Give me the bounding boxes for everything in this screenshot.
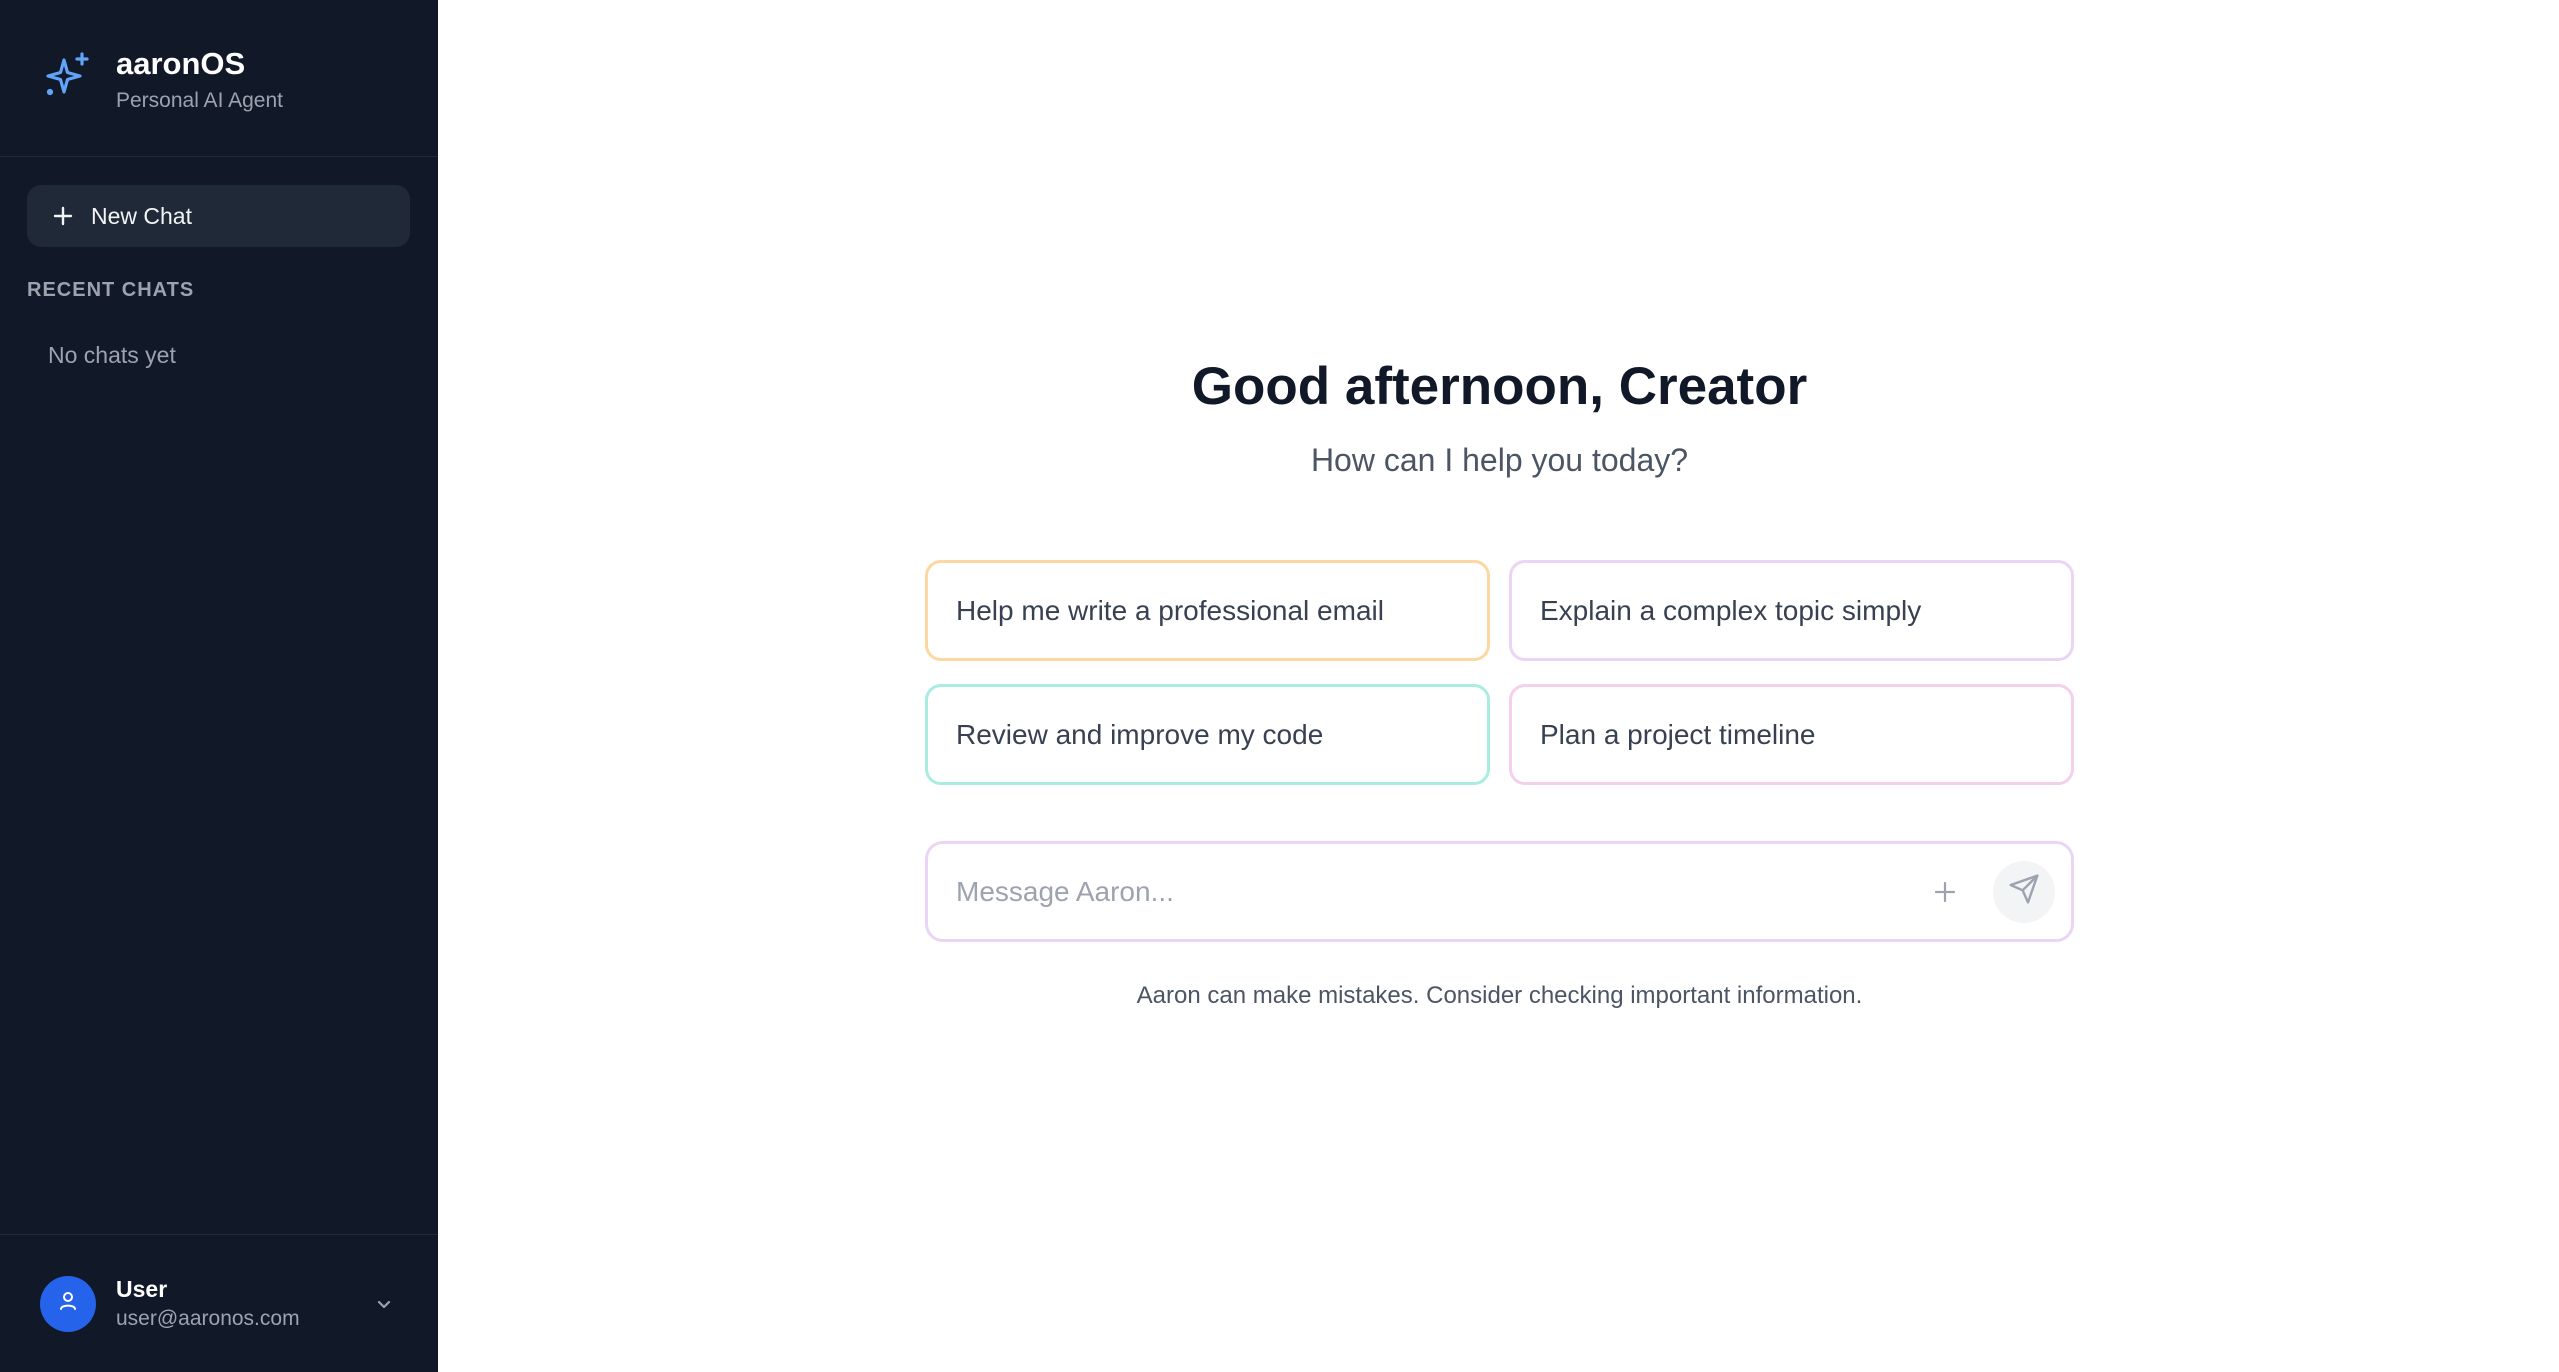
user-icon bbox=[56, 1289, 80, 1318]
suggestion-card[interactable]: Explain a complex topic simply bbox=[1509, 560, 2074, 661]
app-window: aaronOS Personal AI Agent New Chat RECEN… bbox=[0, 0, 2559, 1372]
suggestion-grid: Help me write a professional email Expla… bbox=[925, 560, 2074, 785]
add-attachment-button[interactable] bbox=[1921, 868, 1969, 916]
brand-subtitle: Personal AI Agent bbox=[116, 89, 283, 112]
disclaimer-text: Aaron can make mistakes. Consider checki… bbox=[1136, 982, 1863, 1009]
greeting-subtitle: How can I help you today? bbox=[1310, 442, 1689, 478]
send-icon bbox=[2008, 873, 2040, 910]
user-menu[interactable]: User user@aaronos.com bbox=[0, 1234, 438, 1372]
brand-header: aaronOS Personal AI Agent bbox=[0, 0, 438, 157]
send-button[interactable] bbox=[1993, 860, 2055, 923]
suggestion-card[interactable]: Help me write a professional email bbox=[925, 560, 1490, 661]
brand-name: aaronOS bbox=[116, 46, 246, 81]
suggestion-card[interactable]: Review and improve my code bbox=[925, 684, 1490, 785]
user-info: User user@aaronos.com bbox=[116, 1274, 372, 1334]
sparkle-icon bbox=[40, 48, 96, 104]
welcome-panel: Good afternoon, Creator How can I help y… bbox=[925, 350, 2074, 1010]
user-email: user@aaronos.com bbox=[116, 1306, 300, 1330]
message-input[interactable] bbox=[956, 875, 1921, 908]
new-chat-button[interactable]: New Chat bbox=[27, 185, 410, 247]
avatar bbox=[40, 1275, 96, 1332]
suggestion-card[interactable]: Plan a project timeline bbox=[1509, 684, 2074, 785]
recent-chats-heading: RECENT CHATS bbox=[27, 279, 195, 301]
message-composer bbox=[925, 841, 2074, 942]
new-chat-label: New Chat bbox=[91, 202, 192, 229]
main-area: Good afternoon, Creator How can I help y… bbox=[438, 0, 2559, 1372]
sidebar: aaronOS Personal AI Agent New Chat RECEN… bbox=[0, 0, 438, 1372]
chevron-down-icon[interactable] bbox=[372, 1292, 396, 1316]
greeting-title: Good afternoon, Creator bbox=[1191, 357, 1808, 416]
brand-text: aaronOS Personal AI Agent bbox=[116, 44, 283, 116]
plus-icon bbox=[51, 204, 75, 228]
user-name: User bbox=[116, 1275, 168, 1302]
empty-chats-message: No chats yet bbox=[48, 342, 176, 368]
